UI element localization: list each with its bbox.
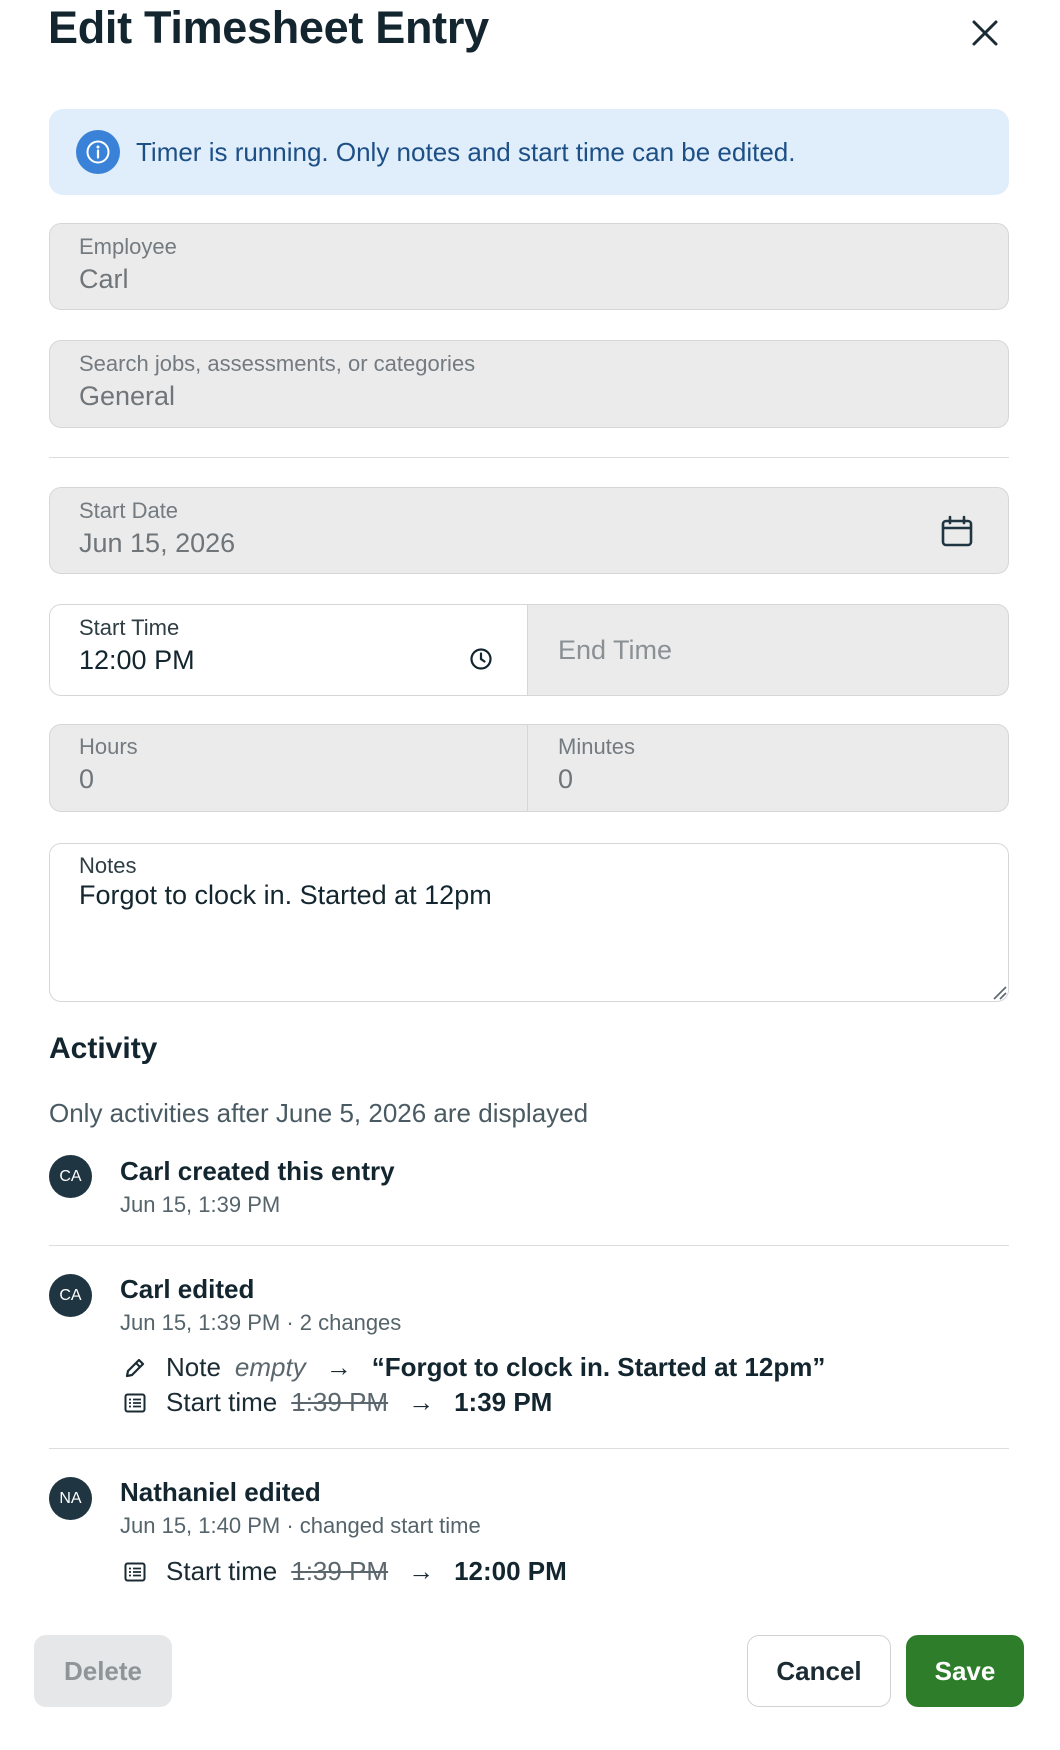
calendar-icon [941, 515, 973, 547]
close-icon [972, 20, 998, 46]
clock-icon[interactable] [469, 647, 493, 671]
resize-handle-icon[interactable] [991, 984, 1007, 1000]
avatar: NA [49, 1477, 92, 1520]
list-icon [122, 1390, 148, 1416]
info-icon [76, 130, 120, 174]
dialog-title: Edit Timesheet Entry [48, 2, 489, 53]
hours-field: Hours 0 [49, 724, 528, 812]
minutes-value: 0 [558, 764, 574, 794]
form-divider [49, 457, 1009, 458]
delete-button[interactable]: Delete [34, 1635, 172, 1707]
activity-item-title: Carl edited [120, 1274, 255, 1304]
notes-value[interactable]: Forgot to clock in. Started at 12pm [79, 880, 492, 911]
close-button[interactable] [960, 8, 1010, 58]
hours-value: 0 [79, 764, 95, 794]
activity-item-meta: Jun 15, 1:40 PM · changed start time [120, 1513, 481, 1538]
change-field: Start time [166, 1387, 278, 1417]
change-old-value: 1:39 PM [291, 1556, 389, 1586]
notes-label: Notes [79, 853, 137, 878]
start-time-label: Start Time [79, 615, 180, 640]
start-date-field: Start Date Jun 15, 2026 [49, 487, 1009, 574]
start-date-value: Jun 15, 2026 [79, 528, 236, 558]
change-field: Start time [166, 1556, 278, 1586]
info-banner: Timer is running. Only notes and start t… [49, 109, 1009, 195]
employee-label: Employee [79, 234, 177, 259]
change-old-value: 1:39 PM [291, 1387, 389, 1417]
change-new-value: “Forgot to clock in. Started at 12pm” [371, 1352, 826, 1382]
end-time-placeholder: End Time [558, 635, 673, 665]
activity-item-title: Nathaniel edited [120, 1477, 321, 1507]
activity-item-title: Carl created this entry [120, 1156, 395, 1186]
minutes-label: Minutes [558, 734, 636, 759]
minutes-field: Minutes 0 [527, 724, 1009, 812]
edit-timesheet-dialog: Edit Timesheet Entry Timer is running. O… [0, 0, 1060, 1750]
activity-title: Activity [49, 1032, 158, 1065]
hours-label: Hours [79, 734, 138, 759]
end-time-field: End Time [527, 604, 1009, 696]
activity-separator [49, 1245, 1009, 1246]
job-search-field: Search jobs, assessments, or categories … [49, 340, 1009, 428]
change-old-value: empty [234, 1352, 306, 1382]
activity-item-meta: Jun 15, 1:39 PM · 2 changes [120, 1310, 402, 1335]
notes-textarea[interactable]: Notes Forgot to clock in. Started at 12p… [49, 843, 1009, 1002]
activity-change: Start time 1:39 PM → 1:39 PM [122, 1387, 552, 1418]
activity-subtitle: Only activities after June 5, 2026 are d… [49, 1098, 589, 1128]
employee-field: Employee Carl [49, 223, 1009, 310]
list-icon [122, 1559, 148, 1585]
activity-separator [49, 1448, 1009, 1449]
change-arrow: → [325, 1352, 352, 1382]
change-field: Note [166, 1352, 221, 1382]
pencil-icon [122, 1355, 148, 1381]
start-time-field[interactable]: Start Time 12:00 PM [49, 604, 528, 696]
change-arrow: → [408, 1556, 435, 1586]
avatar: CA [49, 1155, 92, 1198]
job-search-label: Search jobs, assessments, or categories [79, 351, 476, 376]
banner-message: Timer is running. Only notes and start t… [136, 136, 796, 167]
avatar: CA [49, 1274, 92, 1317]
start-date-label: Start Date [79, 498, 179, 523]
job-search-value: General [79, 381, 176, 411]
save-button[interactable]: Save [906, 1635, 1024, 1707]
change-arrow: → [408, 1387, 435, 1417]
start-time-value[interactable]: 12:00 PM [79, 645, 195, 676]
change-new-value: 1:39 PM [454, 1387, 553, 1417]
employee-value: Carl [79, 264, 129, 294]
cancel-button[interactable]: Cancel [747, 1635, 891, 1707]
activity-item-meta: Jun 15, 1:39 PM [120, 1192, 281, 1217]
activity-change: Note empty → “Forgot to clock in. Starte… [122, 1352, 825, 1383]
activity-change: Start time 1:39 PM → 12:00 PM [122, 1556, 567, 1587]
change-new-value: 12:00 PM [454, 1556, 567, 1586]
